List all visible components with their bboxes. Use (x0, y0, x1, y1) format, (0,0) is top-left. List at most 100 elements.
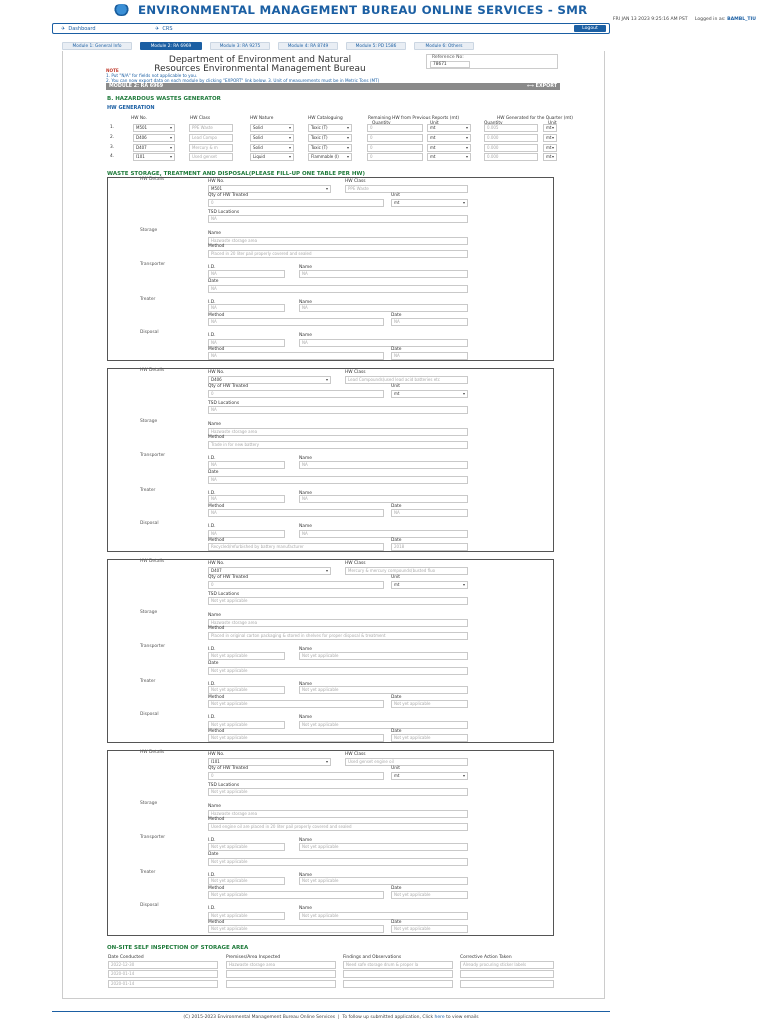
disposal-id-input[interactable]: Not yet applicable (208, 912, 285, 920)
hw-class-input[interactable]: Lead Compounds(used lead acid batteries … (345, 376, 468, 384)
generated-unit-select[interactable]: mt (543, 144, 557, 152)
hw-cat-select[interactable]: Toxic (T) (308, 124, 352, 132)
hw-cat-select[interactable]: Toxic (T) (308, 144, 352, 152)
remaining-unit-select[interactable]: mt (427, 144, 471, 152)
storage-name-input[interactable]: Hazwaste storage area (208, 428, 468, 436)
transporter-id-input[interactable]: NA (208, 461, 285, 469)
hw-class-input[interactable]: PPE Waste (189, 124, 233, 132)
reference-input[interactable]: 78671 (430, 61, 470, 68)
generated-unit-select[interactable]: mt (543, 134, 557, 142)
tsd-input[interactable]: Not yet applicable (208, 597, 468, 605)
remaining-qty-input[interactable]: 0 (367, 124, 423, 132)
transporter-id-input[interactable]: Not yet applicable (208, 843, 285, 851)
insp-action-input[interactable] (460, 980, 554, 988)
transporter-date-input[interactable]: NA (208, 285, 468, 293)
disposal-method-input[interactable]: NA (208, 352, 384, 360)
treater-method-input[interactable]: Not yet applicable (208, 700, 384, 708)
storage-method-input[interactable]: Placed in 20 liter pail properly covered… (208, 250, 468, 258)
disposal-method-input[interactable]: Recycled/refurbished by battery manufact… (208, 543, 384, 551)
qty-treated-input[interactable]: 0 (208, 390, 384, 398)
treater-name-input[interactable]: Not yet applicable (299, 877, 468, 885)
tab-module-3[interactable]: Module 3: RA 9275 (210, 42, 270, 50)
transporter-name-input[interactable]: Not yet applicable (299, 843, 468, 851)
transporter-id-input[interactable]: NA (208, 270, 285, 278)
disposal-date-input[interactable]: Not yet applicable (391, 734, 468, 742)
tab-module-5[interactable]: Module 5: PD 1586 (346, 42, 406, 50)
hw-no-select[interactable]: I101 (208, 758, 331, 766)
qty-treated-input[interactable]: 0 (208, 772, 384, 780)
hw-no-select[interactable]: I101 (133, 153, 175, 161)
tab-module-4[interactable]: Module 4: RA 8749 (278, 42, 338, 50)
transporter-id-input[interactable]: Not yet applicable (208, 652, 285, 660)
hw-class-input[interactable]: Used genset engine oil (345, 758, 468, 766)
unit-select[interactable]: mt (391, 581, 468, 589)
treater-id-input[interactable]: Not yet applicable (208, 877, 285, 885)
hw-no-select[interactable]: D406 (208, 376, 331, 384)
insp-action-input[interactable] (460, 970, 554, 978)
treater-id-input[interactable]: Not yet applicable (208, 686, 285, 694)
storage-name-input[interactable]: Hazwaste storage area (208, 237, 468, 245)
insp-date-input[interactable]: 2020-01-14 (108, 980, 218, 988)
treater-id-input[interactable]: NA (208, 304, 285, 312)
insp-premises-input[interactable] (226, 980, 336, 988)
treater-name-input[interactable]: NA (299, 495, 468, 503)
hw-no-select[interactable]: D406 (133, 134, 175, 142)
generated-qty-input[interactable]: 0.000 (484, 144, 538, 152)
disposal-method-input[interactable]: Not yet applicable (208, 734, 384, 742)
qty-treated-input[interactable]: 0 (208, 199, 384, 207)
generated-qty-input[interactable]: 0.005 (484, 124, 538, 132)
disposal-date-input[interactable]: Not yet applicable (391, 925, 468, 933)
hw-nature-select[interactable]: Solid (250, 134, 294, 142)
insp-findings-input[interactable] (343, 970, 453, 978)
treater-name-input[interactable]: NA (299, 304, 468, 312)
transporter-name-input[interactable]: NA (299, 270, 468, 278)
storage-method-input[interactable]: Used engine oil are placed in 20 liter p… (208, 823, 468, 831)
hw-no-select[interactable]: D407 (208, 567, 331, 575)
remaining-unit-select[interactable]: mt (427, 124, 471, 132)
hw-class-input[interactable]: Mercury & mercury compounds(busted fluo (345, 567, 468, 575)
disposal-name-input[interactable]: NA (299, 339, 468, 347)
generated-unit-select[interactable]: mt (543, 153, 557, 161)
transporter-date-input[interactable]: Not yet applicable (208, 858, 468, 866)
hw-nature-select[interactable]: Solid (250, 144, 294, 152)
storage-name-input[interactable]: Hazwaste storage area (208, 619, 468, 627)
disposal-id-input[interactable]: Not yet applicable (208, 721, 285, 729)
insp-premises-input[interactable] (226, 970, 336, 978)
nav-crs[interactable]: ✈ CRS (155, 26, 173, 32)
footer-here-link[interactable]: here (435, 1015, 445, 1020)
hw-class-input[interactable]: PPE Waste (345, 185, 468, 193)
tsd-input[interactable]: Not yet applicable (208, 788, 468, 796)
transporter-name-input[interactable]: Not yet applicable (299, 652, 468, 660)
logout-button[interactable]: Logout (574, 25, 606, 32)
disposal-date-input[interactable]: 2018 (391, 543, 468, 551)
generated-qty-input[interactable]: 0.000 (484, 134, 538, 142)
hw-no-select[interactable]: M501 (208, 185, 331, 193)
treater-method-input[interactable]: NA (208, 318, 384, 326)
export-link[interactable]: ⟷ EXPORT (527, 83, 557, 90)
treater-date-input[interactable]: NA (391, 318, 468, 326)
hw-no-select[interactable]: D407 (133, 144, 175, 152)
storage-method-input[interactable]: Trade in for new battery (208, 441, 468, 449)
qty-treated-input[interactable]: 0 (208, 581, 384, 589)
disposal-name-input[interactable]: Not yet applicable (299, 721, 468, 729)
generated-unit-select[interactable]: mt (543, 124, 557, 132)
remaining-unit-select[interactable]: mt (427, 134, 471, 142)
hw-class-input[interactable]: Used genset (189, 153, 233, 161)
hw-nature-select[interactable]: Solid (250, 124, 294, 132)
treater-name-input[interactable]: Not yet applicable (299, 686, 468, 694)
generated-qty-input[interactable]: 0.000 (484, 153, 538, 161)
hw-class-input[interactable]: Lead Compo (189, 134, 233, 142)
tsd-input[interactable]: NA (208, 406, 468, 414)
remaining-unit-select[interactable]: mt (427, 153, 471, 161)
disposal-method-input[interactable]: Not yet applicable (208, 925, 384, 933)
hw-cat-select[interactable]: Toxic (T) (308, 134, 352, 142)
treater-method-input[interactable]: NA (208, 509, 384, 517)
hw-nature-select[interactable]: Liquid (250, 153, 294, 161)
disposal-id-input[interactable]: NA (208, 339, 285, 347)
unit-select[interactable]: mt (391, 772, 468, 780)
insp-date-input[interactable]: 2022-12-30 (108, 961, 218, 969)
treater-method-input[interactable]: Not yet applicable (208, 891, 384, 899)
insp-premises-input[interactable]: Hazwaste storage area (226, 961, 336, 969)
unit-select[interactable]: mt (391, 390, 468, 398)
tab-module-1[interactable]: Module 1: General Info (62, 42, 132, 50)
